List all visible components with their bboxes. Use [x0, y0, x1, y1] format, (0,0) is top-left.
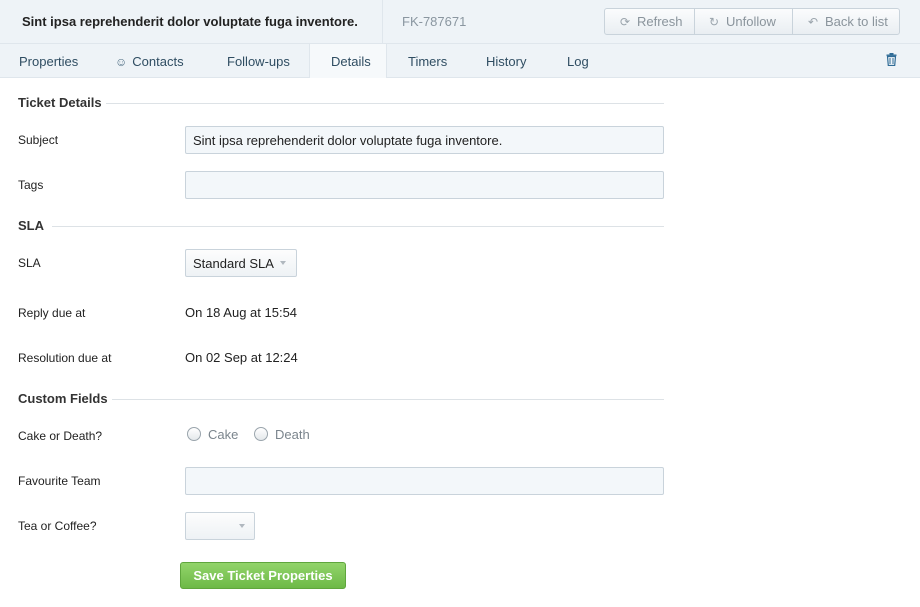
back-to-list-label: Back to list [825, 14, 888, 29]
refresh-icon: ⟳ [619, 14, 631, 29]
favourite-team-label: Favourite Team [18, 474, 101, 488]
back-to-list-button[interactable]: ↶ Back to list [793, 9, 899, 34]
reply-due-value: On 18 Aug at 15:54 [185, 305, 298, 320]
back-arrow-icon: ↶ [807, 14, 819, 29]
tea-or-coffee-select[interactable] [185, 512, 255, 540]
reply-due-label: Reply due at [18, 306, 86, 320]
ticket-id: FK-787671 [402, 14, 467, 29]
trash-icon[interactable] [886, 53, 897, 69]
tab-properties-label: Properties [19, 54, 79, 69]
unfollow-label: Unfollow [726, 14, 776, 29]
section-divider [106, 103, 664, 104]
sla-select-value: Standard SLA [193, 256, 274, 271]
custom-fields-heading-text: Custom Fields [18, 391, 108, 406]
tab-follow-ups-label: Follow-ups [227, 54, 290, 69]
sla-heading-text: SLA [18, 218, 44, 233]
unfollow-icon: ↻ [708, 14, 720, 29]
tags-label: Tags [18, 178, 44, 192]
tab-bar: Properties ☺ Contacts Follow-ups Details … [0, 44, 920, 78]
unfollow-button[interactable]: ↻ Unfollow [695, 9, 793, 34]
header-button-group: ⟳ Refresh ↻ Unfollow ↶ Back to list [604, 8, 900, 35]
refresh-button[interactable]: ⟳ Refresh [605, 9, 695, 34]
section-divider [112, 399, 664, 400]
tea-or-coffee-label: Tea or Coffee? [18, 519, 97, 533]
ticket-details-heading: Ticket Details [18, 95, 664, 110]
cake-radio[interactable] [187, 427, 201, 441]
save-ticket-properties-button[interactable]: Save Ticket Properties [180, 562, 346, 589]
cake-or-death-label: Cake or Death? [18, 429, 103, 443]
tab-properties[interactable]: Properties [19, 44, 78, 77]
sla-label: SLA [18, 256, 41, 270]
cake-radio-label[interactable]: Cake [208, 427, 238, 442]
refresh-label: Refresh [637, 14, 683, 29]
favourite-team-input[interactable] [185, 467, 664, 495]
tags-input[interactable] [185, 171, 664, 199]
subject-input[interactable]: Sint ipsa reprehenderit dolor voluptate … [185, 126, 664, 154]
ticket-title: Sint ipsa reprehenderit dolor voluptate … [0, 0, 383, 44]
tab-follow-ups[interactable]: Follow-ups [227, 44, 290, 77]
contacts-icon: ☺ [115, 55, 128, 69]
resolution-due-value: On 02 Sep at 12:24 [185, 350, 298, 365]
tab-details-label: Details [331, 54, 371, 69]
tab-timers-label: Timers [408, 54, 448, 69]
tab-log-label: Log [567, 54, 589, 69]
sla-select[interactable]: Standard SLA [185, 249, 297, 277]
tab-log[interactable]: Log [567, 44, 589, 77]
death-radio[interactable] [254, 427, 268, 441]
tab-contacts[interactable]: ☺ Contacts [115, 44, 184, 77]
custom-fields-heading: Custom Fields [18, 391, 664, 406]
section-divider [52, 226, 664, 227]
tab-history[interactable]: History [486, 44, 526, 77]
ticket-details-heading-text: Ticket Details [18, 95, 102, 110]
chevron-down-icon [280, 261, 286, 265]
resolution-due-label: Resolution due at [18, 351, 112, 365]
subject-label: Subject [18, 133, 59, 147]
tab-timers[interactable]: Timers [408, 44, 447, 77]
ticket-header: Sint ipsa reprehenderit dolor voluptate … [0, 0, 920, 44]
death-radio-label[interactable]: Death [275, 427, 310, 442]
tab-details[interactable]: Details [309, 44, 387, 78]
chevron-down-icon [239, 524, 245, 528]
tab-history-label: History [486, 54, 527, 69]
tab-contacts-label: Contacts [132, 54, 184, 69]
sla-heading: SLA [18, 218, 664, 233]
